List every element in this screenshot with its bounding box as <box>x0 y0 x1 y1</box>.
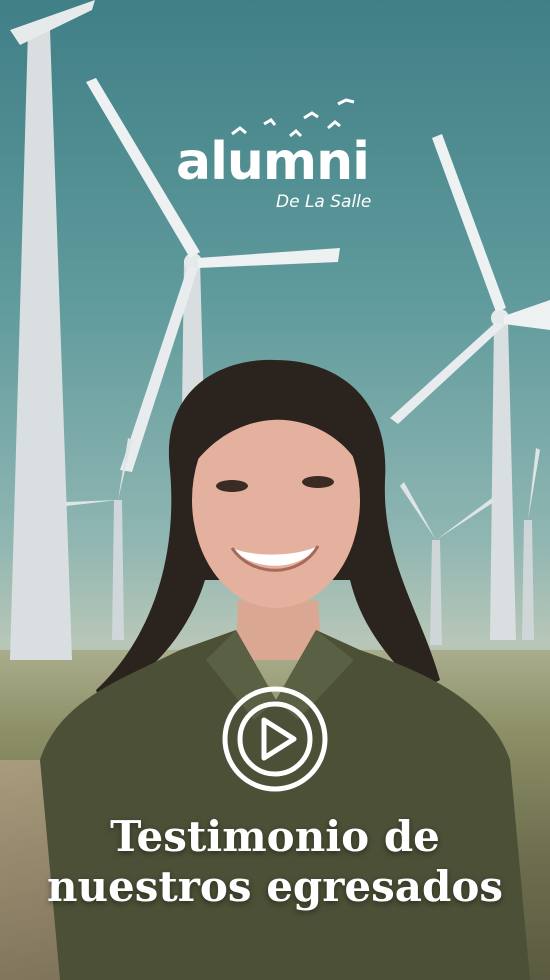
play-video-button[interactable] <box>220 684 330 794</box>
alumni-logo: alumni De La Salle <box>172 98 382 218</box>
story-card[interactable]: alumni De La Salle Testimonio de nuestro… <box>0 0 550 980</box>
logo-subtitle: De La Salle <box>276 192 372 212</box>
play-circle-icon <box>222 686 328 792</box>
headline-line-2: nuestros egresados <box>46 862 504 911</box>
logo-wordmark: alumni <box>176 132 370 192</box>
headline: Testimonio de nuestros egresados <box>0 812 550 912</box>
headline-line-1: Testimonio de <box>110 812 440 861</box>
